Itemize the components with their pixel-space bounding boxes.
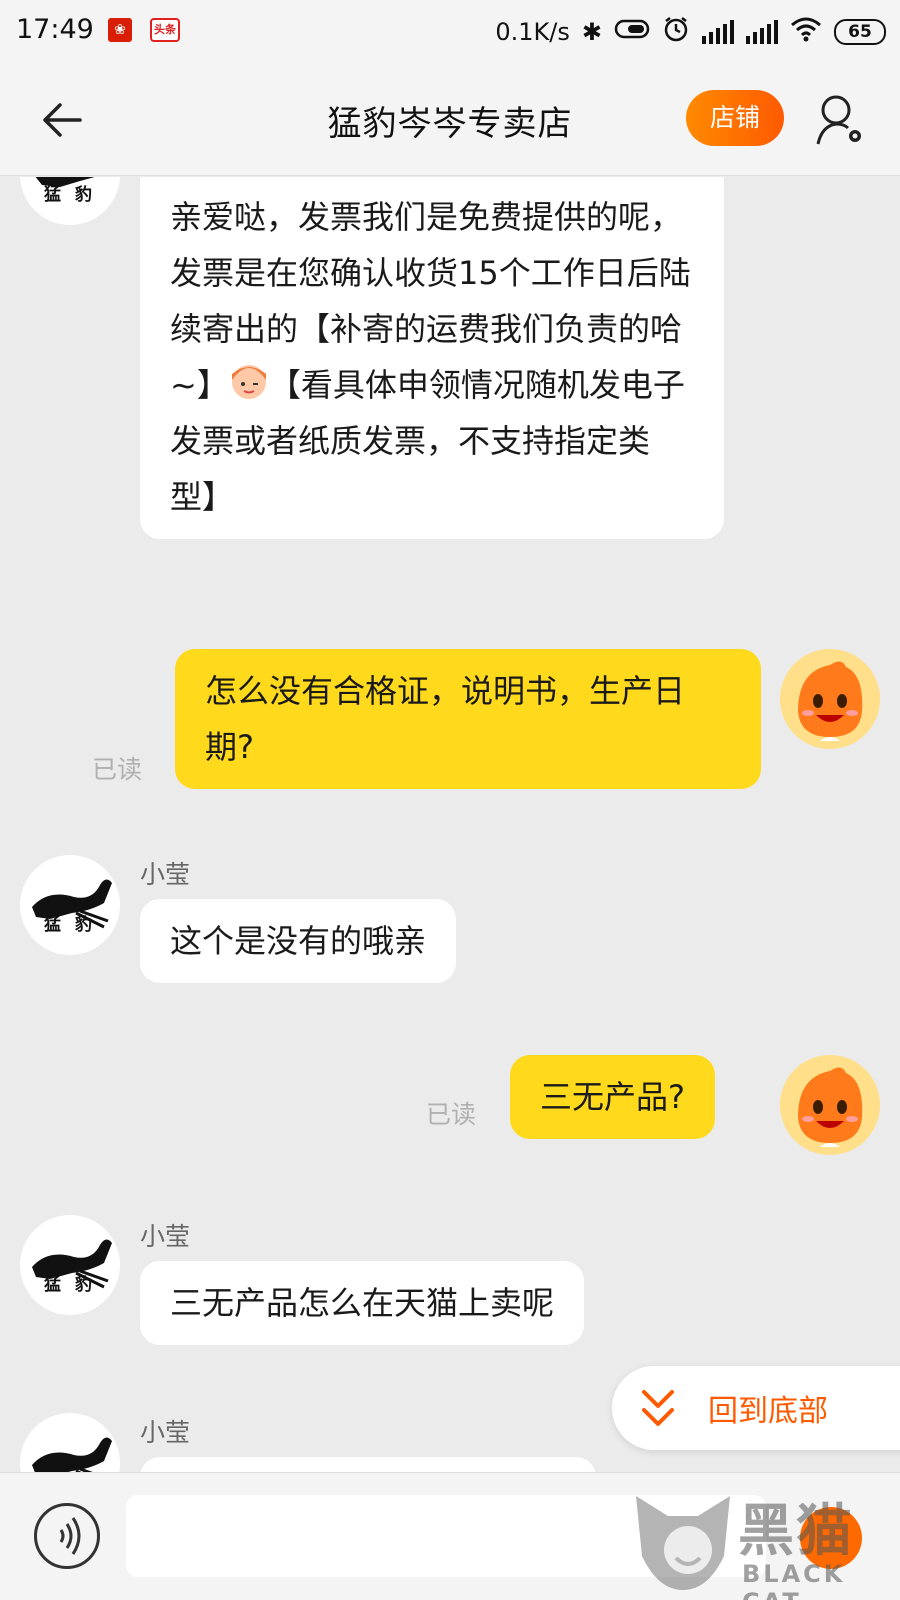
voice-icon: [59, 1517, 81, 1555]
read-status: 已读: [426, 1100, 477, 1129]
signal-icon-2: [746, 20, 778, 44]
notification-app-icon: ❀: [108, 18, 132, 42]
status-right: 0.1K/s ✱ 65: [495, 12, 886, 52]
status-bar: 17:49 ❀ 头条 0.1K/s ✱ 65: [0, 0, 900, 64]
message-bubble-incoming: [140, 1457, 596, 1472]
read-status: 已读: [92, 755, 143, 784]
signal-icon-1: [702, 20, 734, 44]
news-app-icon: 头条: [150, 18, 180, 42]
vibrate-icon: [614, 18, 650, 46]
shop-avatar[interactable]: 猛豹: [20, 1215, 120, 1315]
message-text: 这个是没有的哦亲: [170, 922, 427, 960]
user-avatar[interactable]: [780, 1055, 880, 1155]
bluetooth-icon: ✱: [581, 18, 602, 46]
message-text: 三无产品怎么在天猫上卖呢: [170, 1284, 555, 1322]
message-bubble-outgoing: 怎么没有合格证，说明书，生产日期?: [175, 649, 761, 789]
double-chevron-down-icon: [642, 1390, 674, 1426]
message-text: 怎么没有合格证，说明书，生产日期?: [205, 672, 686, 766]
shop-avatar[interactable]: 猛豹: [20, 855, 120, 955]
network-speed: 0.1K/s: [495, 18, 570, 46]
message-bubble-incoming: 三无产品怎么在天猫上卖呢: [140, 1261, 585, 1345]
message-bubble-incoming: 这个是没有的哦亲: [140, 899, 457, 983]
back-to-bottom-button[interactable]: 回到底部: [612, 1366, 900, 1450]
message-bubble-incoming: 亲爱哒，发票我们是免费提供的呢，发票是在您确认收货15个工作日后陆续寄出的【补寄…: [140, 177, 724, 539]
alarm-icon: [662, 15, 690, 49]
user-settings-icon[interactable]: [814, 92, 866, 148]
input-bar: [0, 1472, 900, 1600]
shop-button[interactable]: 店铺: [686, 90, 784, 146]
more-button[interactable]: [800, 1507, 862, 1569]
wifi-icon: [790, 16, 822, 48]
shop-avatar[interactable]: 猛豹: [20, 177, 120, 225]
sender-name: 小莹: [140, 1222, 191, 1251]
sender-name: 小莹: [140, 1418, 191, 1447]
voice-button[interactable]: [34, 1503, 100, 1569]
battery-icon: 65: [834, 19, 886, 45]
status-time: 17:49: [16, 14, 94, 45]
message-bubble-outgoing: 三无产品?: [510, 1055, 715, 1139]
message-input[interactable]: [126, 1495, 766, 1577]
message-text: 三无产品?: [540, 1078, 685, 1116]
shop-avatar[interactable]: [20, 1413, 120, 1472]
girl-emoji-icon: [229, 362, 269, 402]
chat-messages[interactable]: 猛豹 亲爱哒，发票我们是免费提供的呢，发票是在您确认收货15个工作日后陆续寄出的…: [0, 177, 900, 1472]
back-to-bottom-label: 回到底部: [708, 1394, 828, 1429]
chat-header: 猛豹岑岑专卖店 店铺: [0, 64, 900, 176]
sender-name: 小莹: [140, 860, 191, 889]
user-avatar[interactable]: [780, 649, 880, 749]
